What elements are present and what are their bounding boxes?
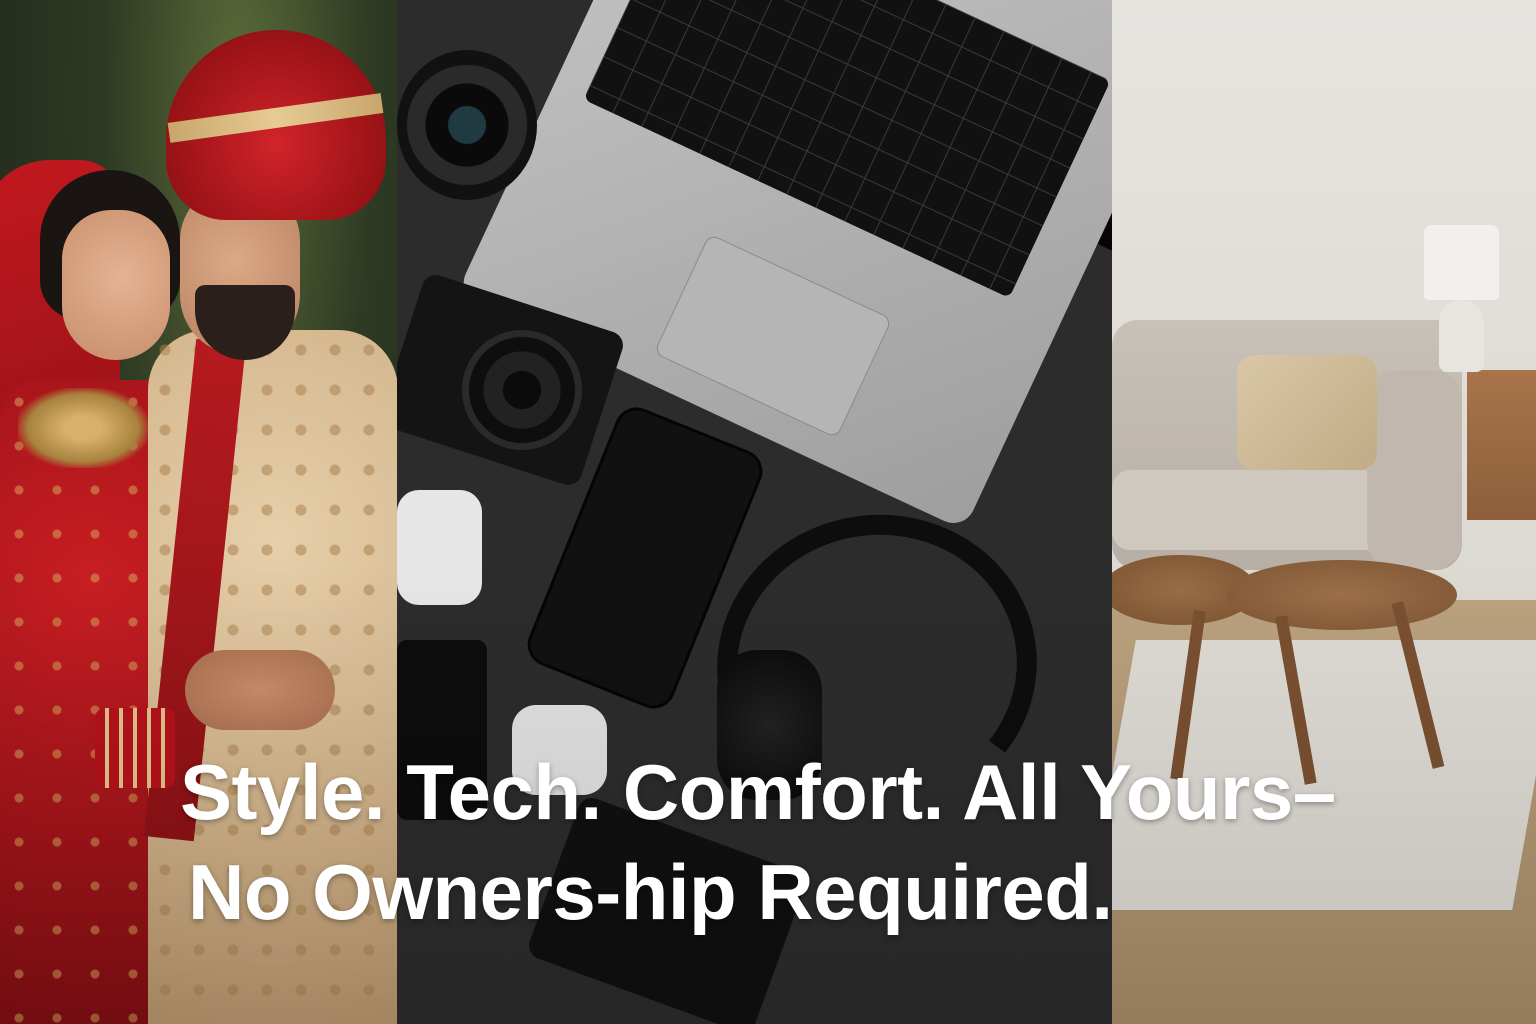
hero-headline: Style. Tech. Comfort. All Yours– No Owne… bbox=[180, 742, 1520, 942]
headline-line-2: No Owners-hip Required. bbox=[188, 848, 1113, 936]
headline-line-1: Style. Tech. Comfort. All Yours– bbox=[180, 748, 1336, 836]
